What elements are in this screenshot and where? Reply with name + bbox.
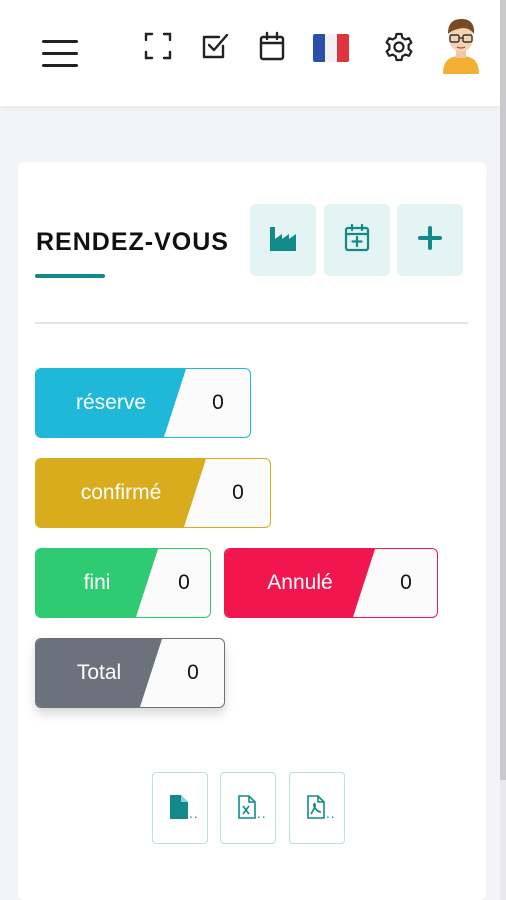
appointments-card: RENDEZ-VOUS réserve 0 confirmé 0 fini 0 … (18, 162, 486, 900)
french-flag-icon[interactable] (313, 34, 349, 62)
plus-icon (417, 225, 443, 255)
title-underline (35, 274, 105, 278)
status-total-label: Total (36, 639, 162, 707)
top-bar (0, 0, 500, 106)
export-pdf-ellipsis: .. (326, 807, 336, 821)
factory-icon (268, 223, 298, 257)
status-reserve-label: réserve (36, 369, 186, 437)
status-annule-count: 0 (400, 571, 412, 594)
status-annule[interactable]: Annulé 0 (224, 548, 438, 618)
checkbox-icon[interactable] (199, 30, 231, 62)
scrollbar-thumb[interactable] (500, 0, 506, 780)
avatar[interactable] (440, 16, 482, 74)
fullscreen-icon[interactable] (142, 30, 174, 62)
status-confirme[interactable]: confirmé 0 (35, 458, 271, 528)
status-confirme-label: confirmé (36, 459, 206, 527)
status-fini[interactable]: fini 0 (35, 548, 211, 618)
factory-button[interactable] (250, 204, 316, 276)
export-pdf-button[interactable]: .. (289, 772, 345, 844)
status-confirme-count: 0 (232, 481, 244, 504)
add-button[interactable] (397, 204, 463, 276)
status-fini-count: 0 (178, 571, 190, 594)
gear-icon[interactable] (383, 31, 415, 63)
status-total-count: 0 (187, 661, 199, 684)
status-reserve[interactable]: réserve 0 (35, 368, 251, 438)
export-excel-ellipsis: .. (257, 807, 267, 821)
divider (35, 322, 468, 324)
export-file-ellipsis: .. (189, 807, 199, 821)
scrollbar[interactable] (500, 0, 506, 900)
page-title: RENDEZ-VOUS (36, 228, 229, 256)
menu-icon[interactable] (42, 40, 78, 68)
calendar-add-icon (342, 223, 372, 257)
status-annule-label: Annulé (225, 549, 375, 617)
calendar-icon[interactable] (256, 30, 288, 62)
status-total[interactable]: Total 0 (35, 638, 225, 708)
export-file-button[interactable]: .. (152, 772, 208, 844)
status-fini-label: fini (36, 549, 158, 617)
add-appointment-date-button[interactable] (324, 204, 390, 276)
export-excel-button[interactable]: .. (220, 772, 276, 844)
status-reserve-count: 0 (212, 391, 224, 414)
